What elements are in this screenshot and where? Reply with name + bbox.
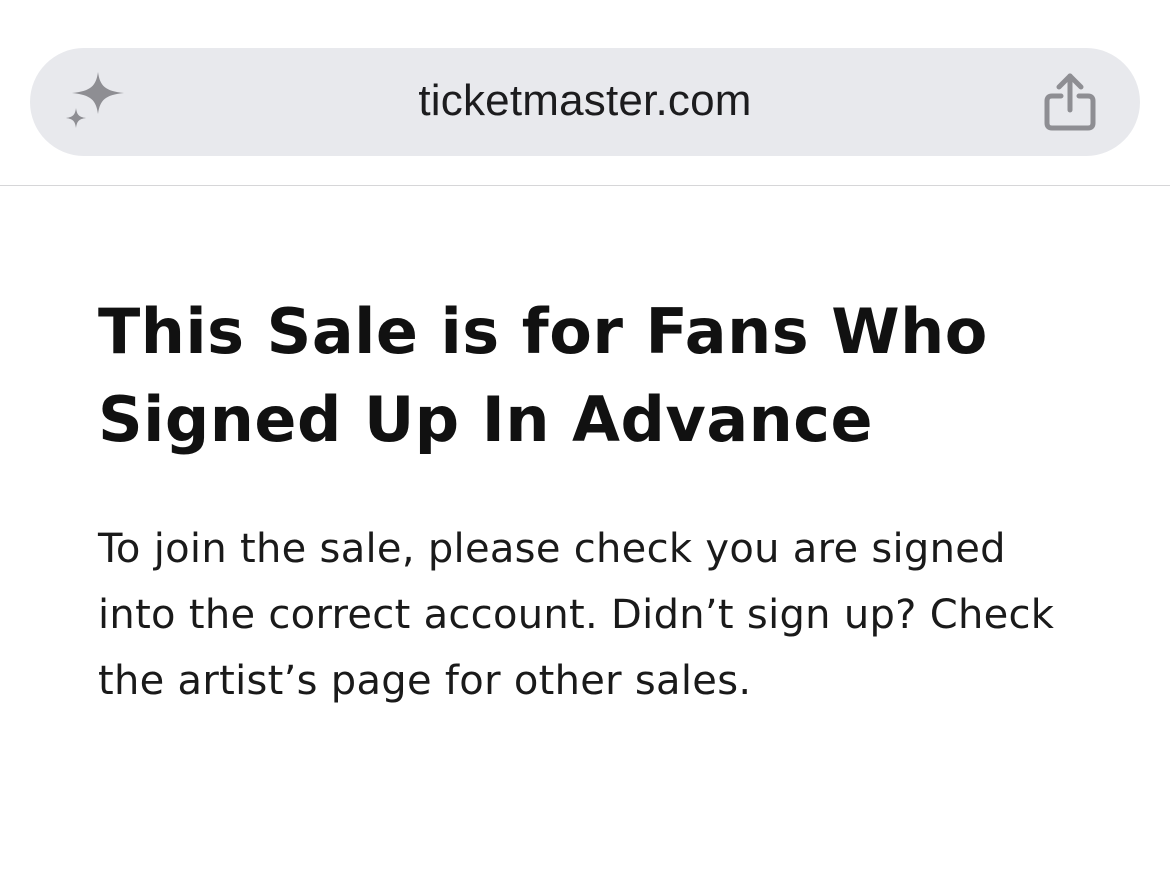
share-icon[interactable]: [1040, 70, 1100, 134]
page-title: This Sale is for Fans Who Signed Up In A…: [98, 295, 988, 456]
page-body-text: To join the sale, please check you are s…: [98, 526, 1055, 704]
browser-toolbar: ticketmaster.com: [0, 0, 1170, 186]
url-text[interactable]: ticketmaster.com: [0, 48, 1170, 156]
